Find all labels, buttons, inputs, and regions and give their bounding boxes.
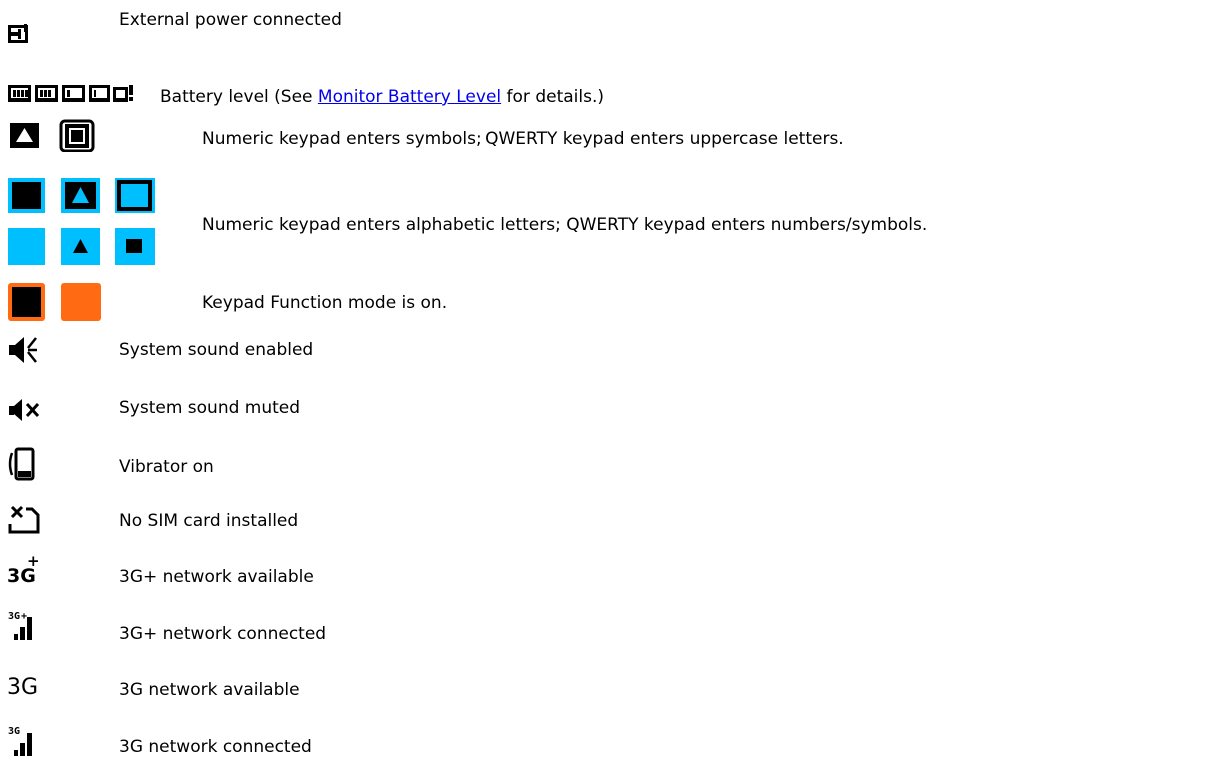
status-label: 3G+ network connected — [119, 624, 327, 644]
svg-text:3G: 3G — [7, 675, 38, 698]
status-label: Battery level (See Monitor Battery Level… — [160, 87, 604, 107]
3g-icon: 3G — [6, 670, 42, 698]
battery-level-icons — [8, 84, 136, 106]
3g-signal-icon: 3G — [8, 723, 44, 757]
keypad-shift-icons — [7, 118, 97, 152]
status-label: 3G network available — [119, 680, 300, 700]
svg-text:+: + — [21, 611, 27, 622]
vibrate-icon — [8, 447, 36, 481]
3g-plus-signal-icon: 3G + — [8, 608, 44, 642]
status-label: External power connected — [119, 10, 342, 30]
status-label: Numeric keypad enters alphabetic letters… — [202, 215, 928, 235]
speaker-muted-icon — [8, 398, 42, 422]
status-label: System sound muted — [119, 398, 301, 418]
3g-plus-icon: 3G + — [6, 552, 42, 586]
keypad-function-icons — [8, 283, 104, 323]
speaker-on-icon — [8, 334, 38, 366]
monitor-battery-level-link[interactable]: Monitor Battery Level — [318, 87, 501, 107]
status-label: 3G+ network available — [119, 567, 314, 587]
status-label: System sound enabled — [119, 340, 314, 360]
status-label: Vibrator on — [119, 457, 214, 477]
status-label: No SIM card installed — [119, 511, 299, 531]
status-label: Keypad Function mode is on. — [202, 293, 448, 313]
status-label: 3G network connected — [119, 737, 312, 757]
status-label: Numeric keypad enters symbols; QWERTY ke… — [202, 129, 844, 149]
svg-text:3G: 3G — [8, 726, 20, 737]
keypad-alpha-icons — [8, 178, 156, 268]
svg-text:+: + — [27, 552, 40, 570]
power-plug-icon — [8, 24, 30, 44]
svg-text:3G: 3G — [8, 611, 20, 622]
no-sim-icon — [8, 505, 40, 535]
